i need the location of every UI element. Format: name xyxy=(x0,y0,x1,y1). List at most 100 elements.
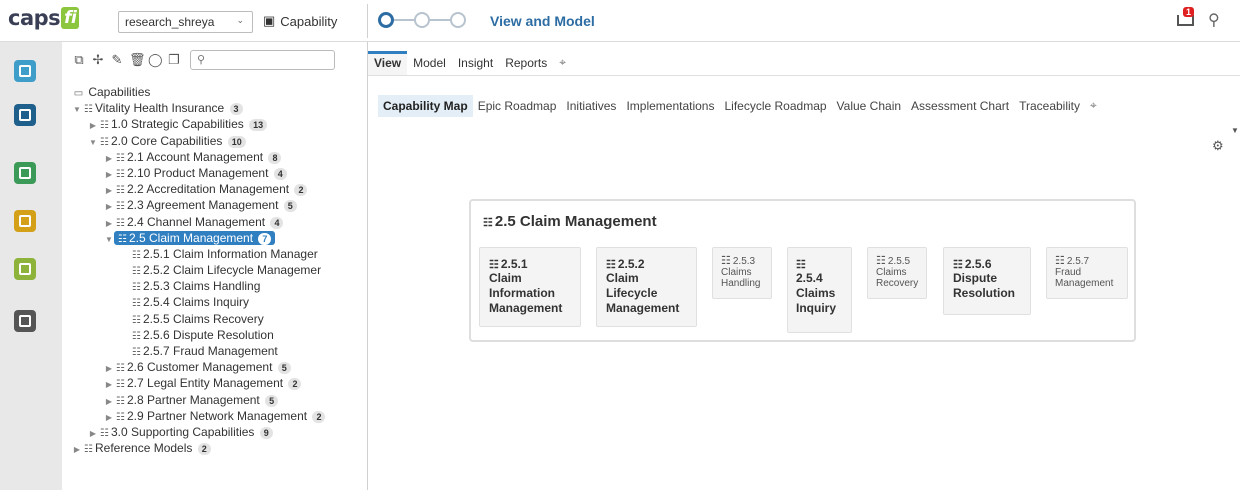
add-child-icon[interactable]: ✢ xyxy=(91,53,105,67)
tree-node-label: 2.10 Product Management xyxy=(127,165,269,180)
hierarchy-icon: ☷ xyxy=(489,259,499,271)
step-2[interactable] xyxy=(414,12,430,28)
capsifi-logo[interactable]: caps fi xyxy=(8,6,80,30)
tree-node-selected[interactable]: ▼ ☷ 2.5 Claim Management 7 xyxy=(72,230,367,246)
tree-node[interactable]: ▶ ☷ Reference Models 2 xyxy=(72,440,367,458)
subtab-value-chain[interactable]: Value Chain xyxy=(832,95,907,117)
tree-node[interactable]: ▶ ☷ 2.8 Partner Management 5 xyxy=(72,392,367,408)
tree-node[interactable]: ▶ ☷ 2.3 Agreement Management 5 xyxy=(72,197,367,213)
hierarchy-icon: ☷ xyxy=(953,259,963,271)
capability-card[interactable]: ☷ 2.5 Claim Management ☷ 2.5.1 Claim Infor… xyxy=(469,199,1136,342)
tree-leaf[interactable]: ☷ 2.5.5 Claims Recovery xyxy=(72,311,367,327)
rail-item-2[interactable] xyxy=(14,104,36,126)
edit-icon[interactable]: ✎ xyxy=(110,53,124,67)
notifications-button[interactable]: 1 xyxy=(1177,7,1197,27)
view-subtabs: Capability Map Epic Roadmap Initiatives … xyxy=(378,94,1102,117)
rail-item-6[interactable] xyxy=(14,310,36,332)
hierarchy-icon: ☷ xyxy=(876,255,886,267)
rail-item-4[interactable] xyxy=(14,210,36,232)
tree-node-label: 2.3 Agreement Management xyxy=(127,198,279,213)
tree-node[interactable]: ▶ ☷ 2.2 Accreditation Management 2 xyxy=(72,181,367,197)
tree-node-label: 2.4 Channel Management xyxy=(127,214,266,229)
delete-icon[interactable]: 🗑 xyxy=(129,53,146,67)
filter-settings-icon[interactable]: ⚙ xyxy=(1212,138,1224,154)
rail-item-5[interactable] xyxy=(14,258,36,280)
capability-tree-panel: ⧉ ✢ ✎ 🗑 ◯ ❐ ⚲ ▭ Capabilities ▼ ☷ Vitality … xyxy=(62,42,368,490)
rail-item-1[interactable] xyxy=(14,60,36,82)
add-node-icon[interactable]: ⧉ xyxy=(72,53,86,67)
hierarchy-icon: ☷ xyxy=(721,255,731,267)
main-tabs: View Model Insight Reports ⌖ xyxy=(368,50,1240,76)
tree-node-label: 2.5.4 Claims Inquiry xyxy=(143,295,250,310)
tree-node[interactable]: ▶ ☷ 2.6 Customer Management 5 xyxy=(72,359,367,375)
tree-node-label: 1.0 Strategic Capabilities xyxy=(111,117,244,132)
search-icon: ⚲ xyxy=(197,54,206,66)
hierarchy-icon: ☷ xyxy=(1055,255,1065,267)
child-capability-card[interactable]: ☷ 2.5.2 Claim Lifecycle Management xyxy=(596,247,697,327)
tree-node[interactable]: ▶ ☷ 2.1 Account Management 8 xyxy=(72,149,367,165)
child-capability-card[interactable]: ☷ 2.5.3 Claims Handling xyxy=(712,247,772,299)
expand-icon[interactable]: ⌖ xyxy=(553,55,572,75)
child-capability-card[interactable]: ☷ 2.5.5 Claims Recovery xyxy=(867,247,927,299)
subtab-lifecycle-roadmap[interactable]: Lifecycle Roadmap xyxy=(719,95,831,117)
subtab-assessment-chart[interactable]: Assessment Chart xyxy=(906,95,1014,117)
tree-leaf[interactable]: ☷ 2.5.3 Claims Handling xyxy=(72,278,367,294)
stepper-label: View and Model xyxy=(490,13,595,29)
view-switch[interactable]: ▣ Capability xyxy=(263,9,337,33)
step-1[interactable] xyxy=(378,12,394,28)
tree-node[interactable]: ▶ ☷ 2.10 Product Management 4 xyxy=(72,165,367,181)
child-capability-card[interactable]: ☷ 2.5.4 Claims Inquiry xyxy=(787,247,852,333)
hierarchy-icon: ☷ xyxy=(483,217,493,229)
tab-model[interactable]: Model xyxy=(407,56,452,75)
tab-insight[interactable]: Insight xyxy=(452,56,499,75)
subtab-initiatives[interactable]: Initiatives xyxy=(561,95,621,117)
tree-node[interactable]: ▶ ☷ 1.0 Strategic Capabilities 13 xyxy=(72,116,367,132)
notification-badge: 1 xyxy=(1183,7,1195,17)
count-badge: 2 xyxy=(294,184,308,197)
tree-node[interactable]: ▶ ☷ 3.0 Supporting Capabilities 9 xyxy=(72,424,367,440)
count-badge: 2 xyxy=(288,378,302,391)
subtab-traceability[interactable]: Traceability xyxy=(1014,95,1085,117)
caret-down-icon[interactable]: ▼ xyxy=(1231,126,1239,135)
repository-select-value: research_shreya xyxy=(125,15,215,29)
tree-node[interactable]: ▶ ☷ 2.9 Partner Network Management 2 xyxy=(72,408,367,424)
tab-reports[interactable]: Reports xyxy=(499,56,553,75)
subtab-capability-map[interactable]: Capability Map xyxy=(378,94,473,117)
capability-card-title: ☷ 2.5 Claim Management xyxy=(483,213,657,230)
divider xyxy=(367,4,368,38)
child-capability-card[interactable]: ☷ 2.5.1 Claim Information Management xyxy=(479,247,581,327)
capability-tree: ▭ Capabilities ▼ ☷ Vitality Health Insuran… xyxy=(72,84,367,458)
tree-leaf[interactable]: ☷ 2.5.1 Claim Information Manager xyxy=(72,246,367,262)
rail-item-3[interactable] xyxy=(14,162,36,184)
tree-search-input[interactable]: ⚲ xyxy=(190,50,335,70)
step-3[interactable] xyxy=(450,12,466,28)
tree-leaf[interactable]: ☷ 2.5.7 Fraud Management xyxy=(72,343,367,359)
lightbulb-icon[interactable]: ⚲ xyxy=(1208,10,1220,30)
tree-node[interactable]: ▶ ☷ 2.7 Legal Entity Management 2 xyxy=(72,375,367,391)
collapsed-icon[interactable]: ▶ xyxy=(72,442,82,458)
child-capability-card[interactable]: ☷ 2.5.6 Dispute Resolution xyxy=(943,247,1031,315)
tree-node-label: 2.5.2 Claim Lifecycle Managemer xyxy=(143,263,322,278)
comment-icon[interactable]: ◯ xyxy=(148,53,163,67)
tree-leaf[interactable]: ☷ 2.5.2 Claim Lifecycle Managemer xyxy=(72,262,367,278)
copy-icon[interactable]: ❐ xyxy=(167,53,181,67)
tree-node-label: 2.6 Customer Management xyxy=(127,360,273,375)
subtab-epic-roadmap[interactable]: Epic Roadmap xyxy=(473,95,562,117)
workflow-stepper[interactable] xyxy=(378,12,466,28)
subtab-implementations[interactable]: Implementations xyxy=(621,95,719,117)
child-capability-card[interactable]: ☷ 2.5.7 Fraud Management xyxy=(1046,247,1128,299)
tree-node[interactable]: ▼ ☷ Vitality Health Insurance 3 xyxy=(72,100,367,116)
tree-node[interactable]: ▼ ☷ 2.0 Core Capabilities 10 xyxy=(72,133,367,149)
tab-view[interactable]: View xyxy=(368,51,408,75)
tree-node-label: Reference Models xyxy=(95,441,193,456)
count-badge: 9 xyxy=(259,426,273,439)
tree-node-label: 2.5.6 Dispute Resolution xyxy=(143,327,274,342)
tree-leaf[interactable]: ☷ 2.5.4 Claims Inquiry xyxy=(72,294,367,310)
tree-node[interactable]: ▶ ☷ 2.4 Channel Management 4 xyxy=(72,214,367,230)
expand-icon[interactable]: ⌖ xyxy=(1085,94,1102,117)
repository-select[interactable]: research_shreya ⌄ xyxy=(118,11,253,33)
tree-leaf[interactable]: ☷ 2.5.6 Dispute Resolution xyxy=(72,327,367,343)
count-badge: 5 xyxy=(283,200,297,213)
document-icon xyxy=(19,315,31,327)
tree-root[interactable]: ▭ Capabilities xyxy=(72,84,367,100)
